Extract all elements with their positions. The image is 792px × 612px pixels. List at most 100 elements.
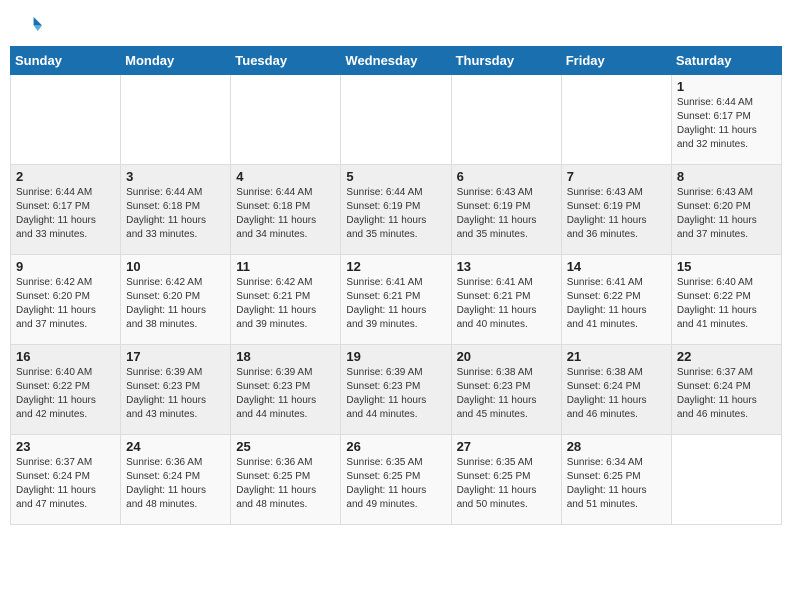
day-number: 24: [126, 439, 225, 454]
day-number: 16: [16, 349, 115, 364]
day-number: 20: [457, 349, 556, 364]
day-number: 22: [677, 349, 776, 364]
day-info: Sunrise: 6:42 AM Sunset: 6:21 PM Dayligh…: [236, 276, 335, 332]
day-number: 27: [457, 439, 556, 454]
calendar-cell: [451, 75, 561, 165]
day-info: Sunrise: 6:41 AM Sunset: 6:22 PM Dayligh…: [567, 276, 666, 332]
logo: [14, 10, 46, 38]
day-info: Sunrise: 6:39 AM Sunset: 6:23 PM Dayligh…: [236, 366, 335, 422]
day-info: Sunrise: 6:43 AM Sunset: 6:19 PM Dayligh…: [457, 186, 556, 242]
day-info: Sunrise: 6:44 AM Sunset: 6:17 PM Dayligh…: [16, 186, 115, 242]
calendar-body: 1 Sunrise: 6:44 AM Sunset: 6:17 PM Daylig…: [11, 75, 782, 525]
weekday-header-sunday: Sunday: [11, 47, 121, 75]
calendar-cell: 4 Sunrise: 6:44 AM Sunset: 6:18 PM Daylig…: [231, 165, 341, 255]
calendar-cell: 7 Sunrise: 6:43 AM Sunset: 6:19 PM Daylig…: [561, 165, 671, 255]
calendar-cell: 13 Sunrise: 6:41 AM Sunset: 6:21 PM Dayli…: [451, 255, 561, 345]
day-number: 23: [16, 439, 115, 454]
calendar-cell: 3 Sunrise: 6:44 AM Sunset: 6:18 PM Daylig…: [121, 165, 231, 255]
day-info: Sunrise: 6:44 AM Sunset: 6:17 PM Dayligh…: [677, 96, 776, 152]
calendar-cell: [561, 75, 671, 165]
day-number: 14: [567, 259, 666, 274]
weekday-header-saturday: Saturday: [671, 47, 781, 75]
calendar-cell: 5 Sunrise: 6:44 AM Sunset: 6:19 PM Daylig…: [341, 165, 451, 255]
day-number: 19: [346, 349, 445, 364]
day-info: Sunrise: 6:34 AM Sunset: 6:25 PM Dayligh…: [567, 456, 666, 512]
day-number: 15: [677, 259, 776, 274]
calendar-week-1: 1 Sunrise: 6:44 AM Sunset: 6:17 PM Daylig…: [11, 75, 782, 165]
logo-icon: [14, 10, 42, 38]
day-info: Sunrise: 6:38 AM Sunset: 6:24 PM Dayligh…: [567, 366, 666, 422]
day-number: 21: [567, 349, 666, 364]
day-number: 10: [126, 259, 225, 274]
calendar-cell: 26 Sunrise: 6:35 AM Sunset: 6:25 PM Dayli…: [341, 435, 451, 525]
day-number: 7: [567, 169, 666, 184]
day-info: Sunrise: 6:36 AM Sunset: 6:24 PM Dayligh…: [126, 456, 225, 512]
calendar-cell: 24 Sunrise: 6:36 AM Sunset: 6:24 PM Dayli…: [121, 435, 231, 525]
calendar-cell: 27 Sunrise: 6:35 AM Sunset: 6:25 PM Dayli…: [451, 435, 561, 525]
weekday-header-row: SundayMondayTuesdayWednesdayThursdayFrid…: [11, 47, 782, 75]
calendar-week-2: 2Sunrise: 6:44 AM Sunset: 6:17 PM Daylig…: [11, 165, 782, 255]
day-info: Sunrise: 6:37 AM Sunset: 6:24 PM Dayligh…: [677, 366, 776, 422]
weekday-header-monday: Monday: [121, 47, 231, 75]
day-number: 28: [567, 439, 666, 454]
day-number: 4: [236, 169, 335, 184]
calendar-cell: 6 Sunrise: 6:43 AM Sunset: 6:19 PM Daylig…: [451, 165, 561, 255]
day-info: Sunrise: 6:44 AM Sunset: 6:18 PM Dayligh…: [236, 186, 335, 242]
day-number: 26: [346, 439, 445, 454]
day-number: 1: [677, 79, 776, 94]
calendar-cell: 12 Sunrise: 6:41 AM Sunset: 6:21 PM Dayli…: [341, 255, 451, 345]
weekday-header-friday: Friday: [561, 47, 671, 75]
calendar-cell: [121, 75, 231, 165]
day-number: 9: [16, 259, 115, 274]
calendar-cell: 15 Sunrise: 6:40 AM Sunset: 6:22 PM Dayli…: [671, 255, 781, 345]
calendar-cell: [231, 75, 341, 165]
calendar-cell: 10 Sunrise: 6:42 AM Sunset: 6:20 PM Dayli…: [121, 255, 231, 345]
day-info: Sunrise: 6:35 AM Sunset: 6:25 PM Dayligh…: [457, 456, 556, 512]
calendar-cell: 19 Sunrise: 6:39 AM Sunset: 6:23 PM Dayli…: [341, 345, 451, 435]
weekday-header-tuesday: Tuesday: [231, 47, 341, 75]
day-number: 11: [236, 259, 335, 274]
day-number: 3: [126, 169, 225, 184]
day-number: 18: [236, 349, 335, 364]
calendar-week-5: 23 Sunrise: 6:37 AM Sunset: 6:24 PM Dayli…: [11, 435, 782, 525]
day-info: Sunrise: 6:41 AM Sunset: 6:21 PM Dayligh…: [346, 276, 445, 332]
header: [10, 10, 782, 38]
calendar-cell: 22 Sunrise: 6:37 AM Sunset: 6:24 PM Dayli…: [671, 345, 781, 435]
calendar-header: SundayMondayTuesdayWednesdayThursdayFrid…: [11, 47, 782, 75]
day-info: Sunrise: 6:40 AM Sunset: 6:22 PM Dayligh…: [677, 276, 776, 332]
day-number: 5: [346, 169, 445, 184]
calendar-cell: 16 Sunrise: 6:40 AM Sunset: 6:22 PM Dayli…: [11, 345, 121, 435]
day-info: Sunrise: 6:35 AM Sunset: 6:25 PM Dayligh…: [346, 456, 445, 512]
weekday-header-thursday: Thursday: [451, 47, 561, 75]
weekday-header-wednesday: Wednesday: [341, 47, 451, 75]
calendar-cell: 18 Sunrise: 6:39 AM Sunset: 6:23 PM Dayli…: [231, 345, 341, 435]
calendar-table: SundayMondayTuesdayWednesdayThursdayFrid…: [10, 46, 782, 525]
day-info: Sunrise: 6:37 AM Sunset: 6:24 PM Dayligh…: [16, 456, 115, 512]
day-info: Sunrise: 6:44 AM Sunset: 6:18 PM Dayligh…: [126, 186, 225, 242]
calendar-cell: [671, 435, 781, 525]
day-number: 6: [457, 169, 556, 184]
calendar-cell: 2Sunrise: 6:44 AM Sunset: 6:17 PM Daylig…: [11, 165, 121, 255]
day-info: Sunrise: 6:40 AM Sunset: 6:22 PM Dayligh…: [16, 366, 115, 422]
calendar-cell: 28 Sunrise: 6:34 AM Sunset: 6:25 PM Dayli…: [561, 435, 671, 525]
calendar-cell: 23 Sunrise: 6:37 AM Sunset: 6:24 PM Dayli…: [11, 435, 121, 525]
day-info: Sunrise: 6:43 AM Sunset: 6:20 PM Dayligh…: [677, 186, 776, 242]
day-info: Sunrise: 6:43 AM Sunset: 6:19 PM Dayligh…: [567, 186, 666, 242]
day-number: 13: [457, 259, 556, 274]
day-number: 8: [677, 169, 776, 184]
day-info: Sunrise: 6:38 AM Sunset: 6:23 PM Dayligh…: [457, 366, 556, 422]
calendar-cell: 14 Sunrise: 6:41 AM Sunset: 6:22 PM Dayli…: [561, 255, 671, 345]
day-info: Sunrise: 6:39 AM Sunset: 6:23 PM Dayligh…: [346, 366, 445, 422]
day-number: 12: [346, 259, 445, 274]
day-info: Sunrise: 6:42 AM Sunset: 6:20 PM Dayligh…: [126, 276, 225, 332]
calendar-cell: 17Sunrise: 6:39 AM Sunset: 6:23 PM Dayli…: [121, 345, 231, 435]
calendar-cell: 11 Sunrise: 6:42 AM Sunset: 6:21 PM Dayli…: [231, 255, 341, 345]
day-info: Sunrise: 6:39 AM Sunset: 6:23 PM Dayligh…: [126, 366, 225, 422]
calendar-cell: 8 Sunrise: 6:43 AM Sunset: 6:20 PM Daylig…: [671, 165, 781, 255]
calendar-cell: 9Sunrise: 6:42 AM Sunset: 6:20 PM Daylig…: [11, 255, 121, 345]
calendar-cell: [11, 75, 121, 165]
day-info: Sunrise: 6:36 AM Sunset: 6:25 PM Dayligh…: [236, 456, 335, 512]
day-info: Sunrise: 6:41 AM Sunset: 6:21 PM Dayligh…: [457, 276, 556, 332]
calendar-cell: [341, 75, 451, 165]
day-info: Sunrise: 6:44 AM Sunset: 6:19 PM Dayligh…: [346, 186, 445, 242]
